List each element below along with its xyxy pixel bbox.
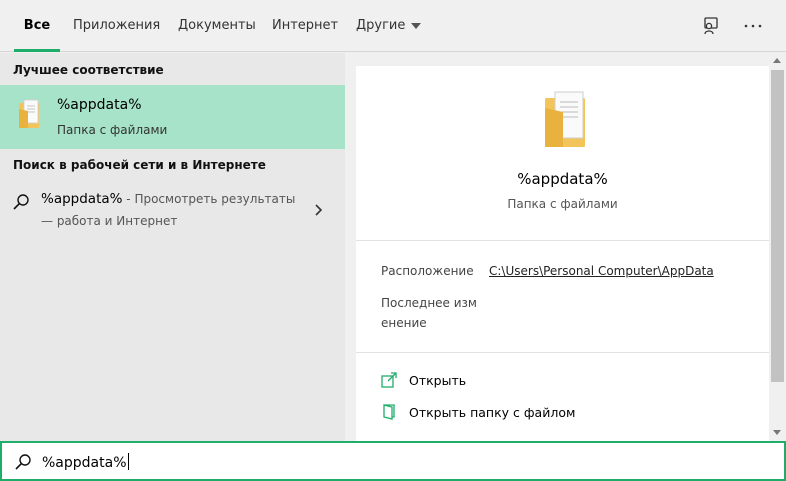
chevron-down-icon — [411, 22, 422, 29]
best-match-heading: Лучшее соответствие — [13, 63, 164, 77]
detail-pane: %appdata% Папка с файлами Расположение C… — [345, 53, 769, 441]
more-options-icon[interactable] — [741, 14, 765, 38]
detail-title: %appdata% — [517, 170, 608, 188]
tab-bar: Все Приложения Документы Интернет Другие — [0, 0, 786, 52]
web-search-heading: Поиск в рабочей сети и в Интернете — [13, 158, 266, 172]
best-match-title: %appdata% — [57, 97, 142, 113]
text-cursor — [127, 453, 129, 470]
open-action[interactable]: Открыть — [381, 370, 761, 392]
results-pane: Лучшее соответствие %appdata% Папка с фа… — [0, 53, 345, 441]
best-match-subtitle: Папка с файлами — [57, 123, 168, 137]
detail-card: %appdata% Папка с файлами Расположение C… — [356, 66, 769, 441]
search-box[interactable]: %appdata% — [0, 441, 786, 481]
tab-all[interactable]: Все — [14, 0, 60, 52]
location-link[interactable]: C:\Users\Personal Computer\AppData — [489, 264, 714, 278]
tab-other-label: Другие — [356, 18, 406, 33]
search-input-value: %appdata% — [42, 455, 127, 471]
web-search-desc-line2: — работа и Интернет — [41, 214, 178, 228]
active-tab-indicator — [14, 49, 60, 52]
web-search-item[interactable]: %appdata% - Просмотреть результаты — раб… — [0, 185, 345, 235]
folder-icon — [19, 99, 39, 128]
web-search-desc: - Просмотреть результаты — [122, 192, 296, 206]
scrollbar[interactable] — [769, 53, 786, 441]
scroll-up-icon[interactable] — [773, 58, 781, 63]
modified-label: Последнее изм енение — [381, 296, 477, 330]
tab-documents-label: Документы — [178, 18, 256, 33]
chevron-right-icon[interactable] — [314, 203, 324, 217]
scrollbar-thumb[interactable] — [771, 70, 784, 382]
tab-apps[interactable]: Приложения — [73, 0, 160, 52]
detail-subtitle: Папка с файлами — [507, 197, 618, 211]
folder-icon — [545, 91, 585, 147]
open-icon — [381, 372, 397, 388]
open-folder-action[interactable]: Открыть папку с файлом — [381, 402, 761, 424]
tab-apps-label: Приложения — [73, 18, 161, 33]
open-folder-icon — [383, 404, 395, 420]
location-label: Расположение — [381, 264, 474, 278]
divider — [356, 352, 769, 353]
tab-other[interactable]: Другие — [356, 0, 422, 52]
divider — [356, 240, 769, 241]
search-input[interactable]: %appdata% — [42, 453, 129, 471]
best-match-item[interactable]: %appdata% Папка с файлами — [0, 85, 345, 149]
open-folder-action-label: Открыть папку с файлом — [409, 405, 576, 420]
tab-internet[interactable]: Интернет — [272, 0, 338, 52]
open-action-label: Открыть — [409, 373, 467, 388]
web-search-query: %appdata% — [41, 191, 123, 207]
tab-documents[interactable]: Документы — [178, 0, 256, 52]
scroll-down-icon[interactable] — [773, 430, 781, 435]
feedback-icon[interactable] — [699, 14, 723, 38]
search-icon — [13, 194, 29, 210]
tab-internet-label: Интернет — [272, 18, 339, 33]
web-search-line1: %appdata% - Просмотреть результаты — [41, 191, 295, 207]
search-icon — [15, 454, 31, 470]
tab-all-label: Все — [23, 18, 51, 33]
